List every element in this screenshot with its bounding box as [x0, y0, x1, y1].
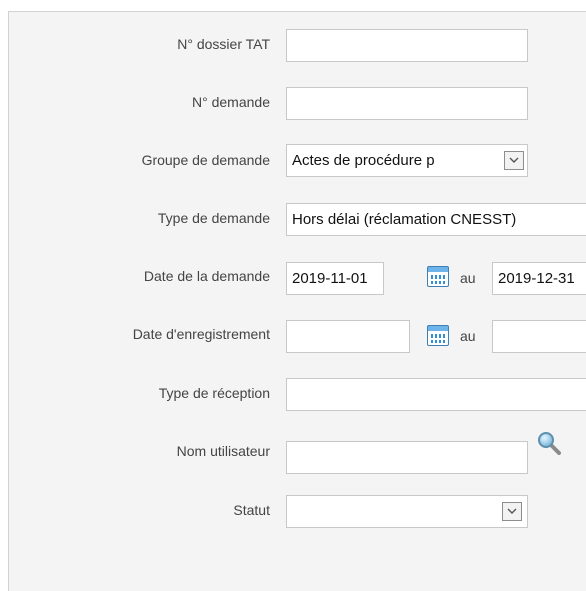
type-demande-select[interactable]: Hors délai (réclamation CNESST) [286, 203, 586, 236]
date-demande-to-input[interactable] [492, 262, 586, 295]
groupe-dropdown-button[interactable] [504, 151, 524, 170]
search-icon[interactable] [536, 430, 562, 456]
dossier-label: N° dossier TAT [177, 36, 270, 52]
groupe-select-value: Actes de procédure p [292, 152, 435, 169]
chevron-down-icon [507, 508, 517, 514]
calendar-icon[interactable] [427, 325, 449, 346]
date-enreg-label: Date d'enregistrement [132, 326, 270, 342]
date-enreg-from-input[interactable] [286, 320, 410, 353]
statut-dropdown-button[interactable] [502, 502, 522, 521]
groupe-label: Groupe de demande [141, 152, 270, 168]
demande-label: N° demande [192, 94, 270, 110]
calendar-icon[interactable] [427, 266, 449, 287]
type-demande-label: Type de demande [157, 210, 270, 226]
date-enreg-au-label: au [460, 328, 476, 344]
utilisateur-label: Nom utilisateur [176, 443, 270, 459]
date-demande-label: Date de la demande [143, 268, 270, 284]
date-enreg-to-input[interactable] [492, 320, 586, 353]
statut-select[interactable] [286, 495, 528, 528]
groupe-select[interactable]: Actes de procédure p [286, 144, 528, 177]
type-demande-select-value: Hors délai (réclamation CNESST) [292, 211, 517, 228]
date-demande-from-input[interactable] [286, 262, 384, 295]
dossier-input[interactable] [286, 29, 528, 62]
date-demande-au-label: au [460, 270, 476, 286]
utilisateur-input[interactable] [286, 441, 528, 474]
statut-label: Statut [233, 502, 270, 518]
chevron-down-icon [509, 157, 519, 163]
type-reception-label: Type de réception [158, 385, 270, 401]
demande-input[interactable] [286, 87, 528, 120]
type-reception-select[interactable] [286, 378, 586, 411]
